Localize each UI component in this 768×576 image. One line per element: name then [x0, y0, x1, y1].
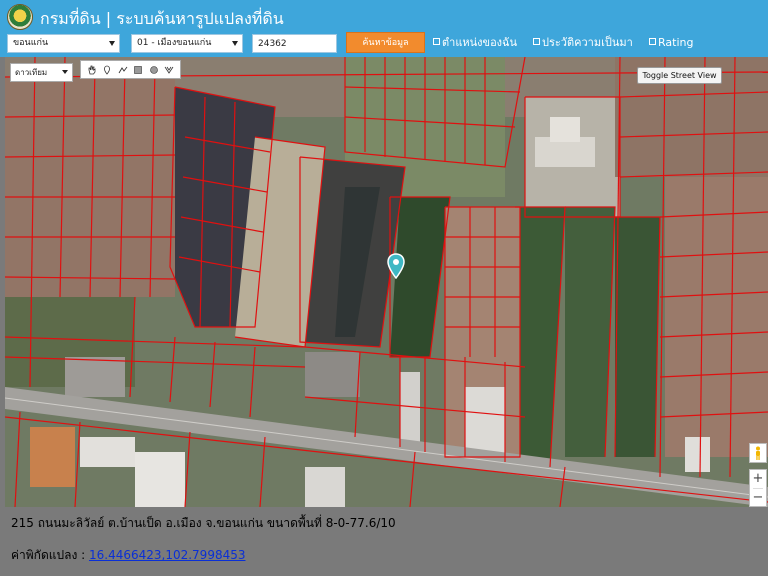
rating-label: Rating: [658, 36, 694, 49]
rating-checkbox[interactable]: Rating: [649, 36, 693, 50]
coordinate-link[interactable]: 16.4466423,102.7998453: [89, 548, 246, 562]
parcel-info-panel: 215 ถนนมะลิวัลย์ ต.บ้านเป็ด อ.เมือง จ.ขอ…: [0, 507, 768, 576]
parcel-address: 215 ถนนมะลิวัลย์ ต.บ้านเป็ด อ.เมือง จ.ขอ…: [11, 516, 396, 530]
my-location-checkbox[interactable]: ตำแหน่งของฉัน: [433, 36, 517, 50]
district-value: 01 - เมืองขอนแก่น: [137, 38, 212, 48]
checkbox-icon: [433, 38, 440, 45]
checkbox-icon: [649, 38, 656, 45]
zoom-control: + −: [749, 469, 767, 507]
header-bar: กรมที่ดิน | ระบบค้นหารูปแปลงที่ดิน ขอนแก…: [0, 0, 768, 57]
clear-icon[interactable]: [164, 64, 175, 75]
hand-icon[interactable]: [86, 64, 97, 75]
map-type-select[interactable]: ดาวเทียม: [10, 63, 73, 82]
district-select[interactable]: 01 - เมืองขอนแก่น: [131, 34, 243, 53]
my-location-label: ตำแหน่งของฉัน: [442, 36, 518, 49]
drawing-toolbar: [80, 60, 181, 79]
location-marker-icon[interactable]: [386, 253, 406, 280]
app-title: กรมที่ดิน | ระบบค้นหารูปแปลงที่ดิน: [40, 9, 284, 28]
marker-icon[interactable]: [102, 64, 113, 75]
chevron-down-icon: [232, 41, 238, 46]
coordinate-label: ค่าพิกัดแปลง :: [11, 548, 89, 562]
map-type-value: ดาวเทียม: [15, 68, 48, 77]
department-logo: [7, 4, 33, 30]
province-value: ขอนแก่น: [13, 38, 49, 48]
satellite-imagery: [5, 57, 768, 507]
checkbox-icon: [533, 38, 540, 45]
toggle-street-view-button[interactable]: Toggle Street View: [637, 67, 722, 84]
zoom-out-button[interactable]: −: [750, 489, 766, 507]
history-checkbox[interactable]: ประวัติความเป็นมา: [533, 36, 633, 50]
app: กรมที่ดิน | ระบบค้นหารูปแปลงที่ดิน ขอนแก…: [0, 0, 768, 576]
polyline-icon[interactable]: [117, 64, 128, 75]
province-select[interactable]: ขอนแก่น: [7, 34, 120, 53]
zoom-in-button[interactable]: +: [750, 470, 766, 488]
rectangle-icon[interactable]: [133, 64, 144, 75]
chevron-down-icon: [109, 41, 115, 46]
pegman-icon[interactable]: [749, 443, 767, 463]
parcel-number-input[interactable]: [252, 34, 337, 53]
coordinate-row: ค่าพิกัดแปลง : 16.4466423,102.7998453: [11, 547, 246, 563]
circle-icon[interactable]: [148, 64, 159, 75]
satellite-map[interactable]: ดาวเทียม Toggle Street View + −: [5, 57, 768, 507]
history-label: ประวัติความเป็นมา: [542, 36, 633, 49]
chevron-down-icon: [62, 70, 68, 74]
search-button[interactable]: ค้นหาข้อมูล: [346, 32, 425, 53]
